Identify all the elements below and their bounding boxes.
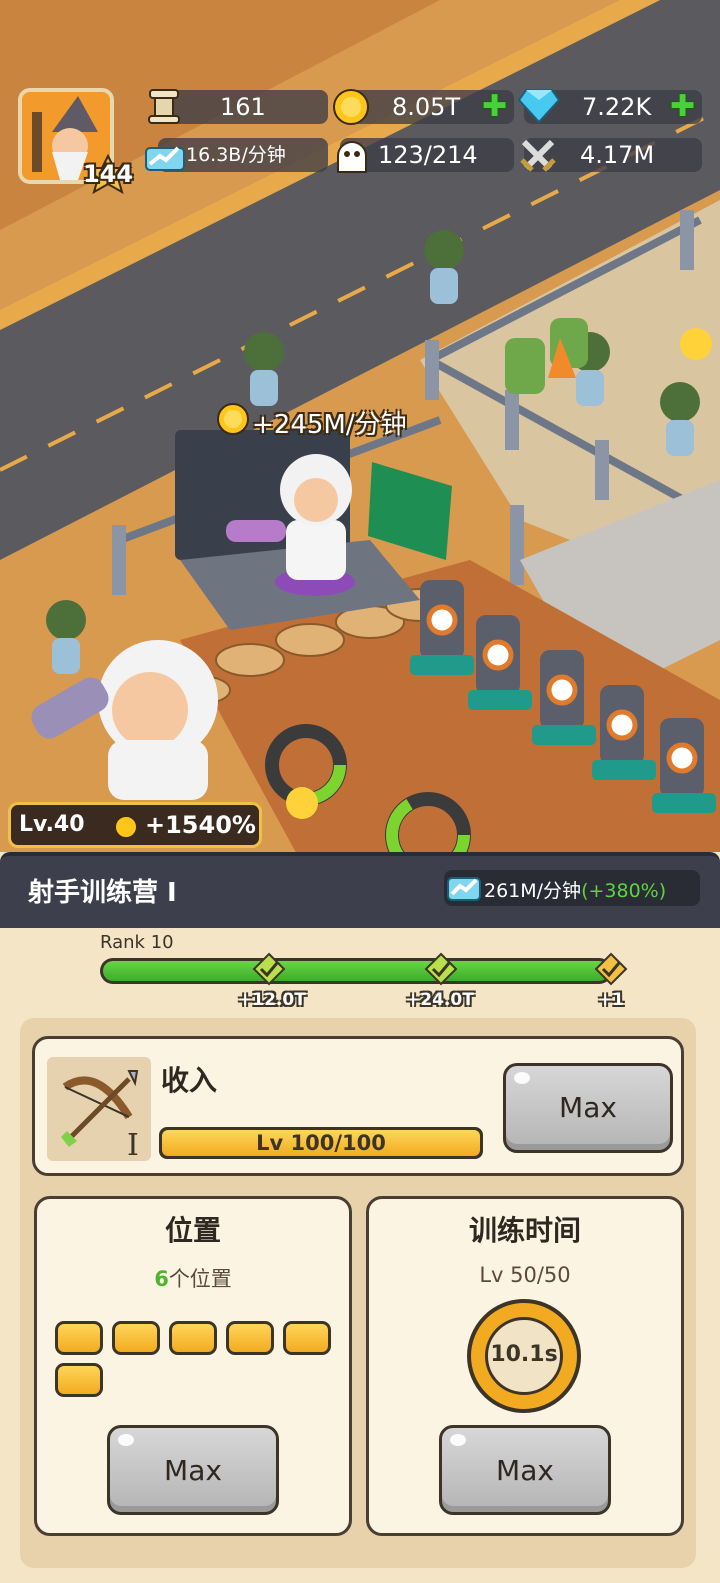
coin-icon <box>114 815 138 839</box>
coin-icon <box>217 403 249 435</box>
population-face-icon <box>337 141 367 173</box>
pillar-icon <box>148 89 180 124</box>
milestone-reward: +12.0T <box>238 990 306 1010</box>
add-coins-icon[interactable]: ✚ <box>482 92 507 122</box>
coin-value: 8.05T <box>392 93 461 121</box>
position-slot <box>169 1321 217 1355</box>
training-time-card: 训练时间 Lv 50/50 10.1s Max <box>366 1196 684 1536</box>
coin-icon <box>333 89 369 125</box>
training-time-level: Lv 50/50 <box>479 1263 571 1287</box>
crossed-swords-icon <box>520 139 556 172</box>
position-slot <box>112 1321 160 1355</box>
milestone-reward: +1 <box>598 990 625 1010</box>
manager-level: Lv.40 <box>19 812 85 837</box>
positions-max-button[interactable]: Max <box>107 1425 279 1515</box>
position-slot <box>55 1321 103 1355</box>
income-rate-value: 16.3B/分钟 <box>186 144 286 166</box>
positions-title: 位置 <box>164 1214 221 1247</box>
rate-value: 261M/分钟 <box>484 880 582 902</box>
player-level: 144 <box>82 160 134 188</box>
panel-header: 射手训练营 I 261M/分钟(+380%) <box>0 852 720 928</box>
milestone-check-icon <box>252 952 286 986</box>
trend-up-icon <box>145 146 185 171</box>
manager-boost: +1540% <box>145 811 256 839</box>
milestone-check-icon <box>424 952 458 986</box>
bow-arrow-icon: I <box>61 1070 139 1163</box>
positions-max-label: Max <box>164 1454 222 1487</box>
position-slot <box>226 1321 274 1355</box>
gem-value: 7.22K <box>582 93 652 121</box>
player-level-badge: 144 <box>80 154 136 194</box>
trend-up-icon <box>447 877 481 901</box>
svg-text:I: I <box>127 1128 139 1161</box>
rate-line: 261M/分钟(+380%) <box>484 876 666 903</box>
diamond-icon <box>518 89 560 124</box>
button-shine <box>514 1072 530 1084</box>
income-icon-box: I <box>47 1057 151 1163</box>
training-time-max-button[interactable]: Max <box>439 1425 611 1515</box>
building-title: 射手训练营 I <box>28 878 177 908</box>
rank-progress-bar <box>100 958 612 984</box>
power-value: 4.17M <box>580 141 655 169</box>
training-time-max-label: Max <box>496 1454 554 1487</box>
income-level-text: Lv 100/100 <box>256 1131 386 1155</box>
training-time-title: 训练时间 <box>468 1214 581 1247</box>
income-card: I 收入 Lv 100/100 Max <box>32 1036 684 1176</box>
training-time-value: 10.1s <box>490 1342 558 1367</box>
population-value: 123/214 <box>378 141 478 169</box>
button-shine <box>118 1434 134 1446</box>
rank-label: Rank 10 <box>100 932 174 953</box>
positions-count-suffix: 个位置 <box>168 1267 232 1291</box>
rank-progress-fill <box>103 961 609 981</box>
income-max-button[interactable]: Max <box>503 1063 673 1153</box>
positions-count: 6个位置 <box>37 1263 349 1293</box>
positions-count-number: 6 <box>154 1267 169 1291</box>
training-timer-ring: 10.1s <box>467 1299 581 1413</box>
trophy-value: 161 <box>220 93 266 121</box>
floating-income-text: +245M/分钟 <box>252 410 407 440</box>
game-scene[interactable]: 144 161 8.05T ✚ 7.22K ✚ 16.3B/分钟 123/214… <box>0 0 720 860</box>
income-max-label: Max <box>559 1091 617 1124</box>
positions-card: 位置 6个位置 Max <box>34 1196 352 1536</box>
milestone-reward: +24.0T <box>406 990 474 1010</box>
position-slot <box>55 1363 103 1397</box>
position-slot <box>283 1321 331 1355</box>
rate-bonus: (+380%) <box>581 880 667 902</box>
add-gems-icon[interactable]: ✚ <box>670 92 695 122</box>
button-shine <box>450 1434 466 1446</box>
building-rate: 261M/分钟(+380%) <box>444 870 700 906</box>
manager-level-bar[interactable]: Lv.40 +1540% <box>8 802 262 848</box>
training-timer-inner: 10.1s <box>485 1317 563 1395</box>
milestone-check-icon <box>594 952 628 986</box>
income-title: 收入 <box>161 1064 218 1097</box>
